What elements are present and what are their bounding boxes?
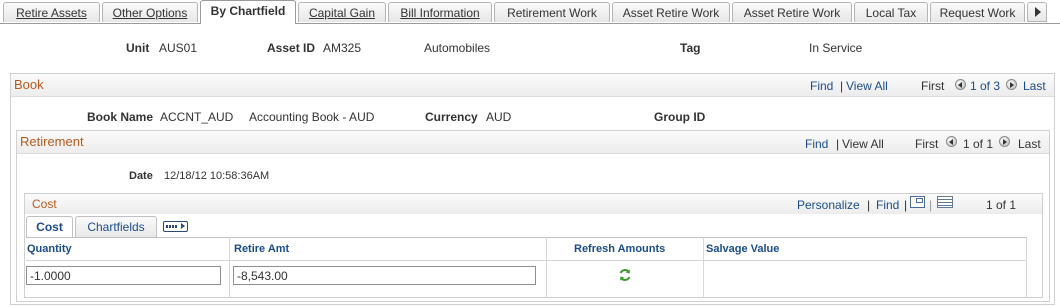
new-window-icon[interactable] <box>910 196 925 208</box>
tab-retirement-work[interactable]: Retirement Work <box>494 2 610 22</box>
group-id-label: Group ID <box>654 110 706 124</box>
retirement-scroll-area: Retirement Find | View All First 1 of 1 … <box>16 130 1050 302</box>
tab-bill-information[interactable]: Bill Information <box>388 2 492 22</box>
column-divider <box>546 237 547 298</box>
asset-id-value: AM325 <box>323 41 362 55</box>
personalize-link[interactable]: Personalize <box>797 198 860 212</box>
asset-description: Automobiles <box>424 41 491 55</box>
subtab-cost[interactable]: Cost <box>26 216 73 237</box>
tab-request-work[interactable]: Request Work <box>930 2 1025 22</box>
retirement-view-all-link[interactable]: View All <box>842 137 884 151</box>
cost-separator-1: | <box>867 198 871 212</box>
quantity-input[interactable] <box>26 266 221 285</box>
cost-grid: Cost Personalize | Find | | 1 of 1 Cost … <box>24 193 1043 298</box>
tab-local-tax[interactable]: Local Tax <box>854 2 928 22</box>
arrow-right-icon <box>1035 7 1041 17</box>
book-name-label: Book Name <box>87 110 154 124</box>
asset-id-label: Asset ID <box>267 41 316 55</box>
column-divider <box>1026 237 1027 298</box>
book-last-link[interactable]: Last <box>1023 79 1046 93</box>
column-header-quantity: Quantity <box>27 243 72 255</box>
book-pager-text[interactable]: 1 of 3 <box>970 79 1000 93</box>
retirement-find-link[interactable]: Find <box>805 137 828 151</box>
cost-separator-2: | <box>904 198 908 212</box>
book-first-label: First <box>921 79 945 93</box>
unit-label: Unit <box>126 41 150 55</box>
tab-asset-retire-work-2[interactable]: Asset Retire Work <box>732 2 852 22</box>
cost-header: Cost Personalize | Find | | 1 of 1 <box>25 194 1042 214</box>
currency-label: Currency <box>425 110 478 124</box>
refresh-icon[interactable] <box>618 268 632 282</box>
unit-value: AUS01 <box>159 41 198 55</box>
book-description: Accounting Book - AUD <box>249 110 375 124</box>
book-title: Book <box>14 77 44 92</box>
retire-amt-input[interactable] <box>233 266 536 285</box>
cost-find-link[interactable]: Find <box>876 198 899 212</box>
header-row-divider <box>26 260 1026 261</box>
retirement-first-label: First <box>915 137 939 151</box>
book-view-all-link[interactable]: View All <box>846 79 888 93</box>
component-tab-bar: Retire Assets Other Options By Chartfiel… <box>0 0 1060 24</box>
grid-top-border <box>26 237 1026 238</box>
column-divider <box>703 237 704 298</box>
subtab-chartfields[interactable]: Chartfields <box>75 216 157 237</box>
retirement-pager-text: 1 of 1 <box>963 137 994 151</box>
retirement-next-icon[interactable] <box>999 136 1010 147</box>
retirement-header: Retirement Find | View All First 1 of 1 … <box>17 131 1049 154</box>
tab-scroll-right-button[interactable] <box>1027 2 1047 22</box>
book-name-value: ACCNT_AUD <box>160 110 234 124</box>
retirement-title: Retirement <box>20 134 84 149</box>
tab-capital-gain[interactable]: Capital Gain <box>298 2 386 22</box>
tab-retire-assets[interactable]: Retire Assets <box>3 2 100 22</box>
download-spreadsheet-icon[interactable] <box>937 196 953 208</box>
book-find-link[interactable]: Find <box>810 79 833 93</box>
column-header-refresh-amounts: Refresh Amounts <box>574 243 666 255</box>
date-label: Date <box>129 170 153 182</box>
tab-asset-retire-work-1[interactable]: Asset Retire Work <box>612 2 730 22</box>
column-header-salvage-value: Salvage Value <box>706 243 780 255</box>
show-all-columns-icon[interactable] <box>163 221 188 232</box>
tab-other-options[interactable]: Other Options <box>102 2 198 22</box>
date-value: 12/18/12 10:58:36AM <box>164 170 270 182</box>
book-scroll-area: Book Find | View All First 1 of 3 Last B… <box>10 73 1055 305</box>
tag-label: Tag <box>680 41 701 55</box>
book-next-icon[interactable] <box>1006 79 1017 90</box>
cost-pager-text: 1 of 1 <box>986 198 1017 212</box>
retirement-separator: | <box>836 137 840 151</box>
tab-by-chartfield[interactable]: By Chartfield <box>200 0 296 24</box>
currency-value: AUD <box>486 110 512 124</box>
book-header: Book Find | View All First 1 of 3 Last <box>11 74 1054 97</box>
column-divider <box>229 237 230 298</box>
book-previous-icon[interactable] <box>955 79 966 90</box>
retirement-last-label: Last <box>1018 137 1041 151</box>
cost-separator-3: | <box>929 198 933 212</box>
asset-status: In Service <box>809 41 863 55</box>
retirement-previous-icon[interactable] <box>946 136 957 147</box>
tab-bar-baseline <box>0 23 1060 24</box>
book-separator: | <box>840 79 844 93</box>
cost-title: Cost <box>32 197 57 211</box>
column-header-retire-amt: Retire Amt <box>234 243 290 255</box>
